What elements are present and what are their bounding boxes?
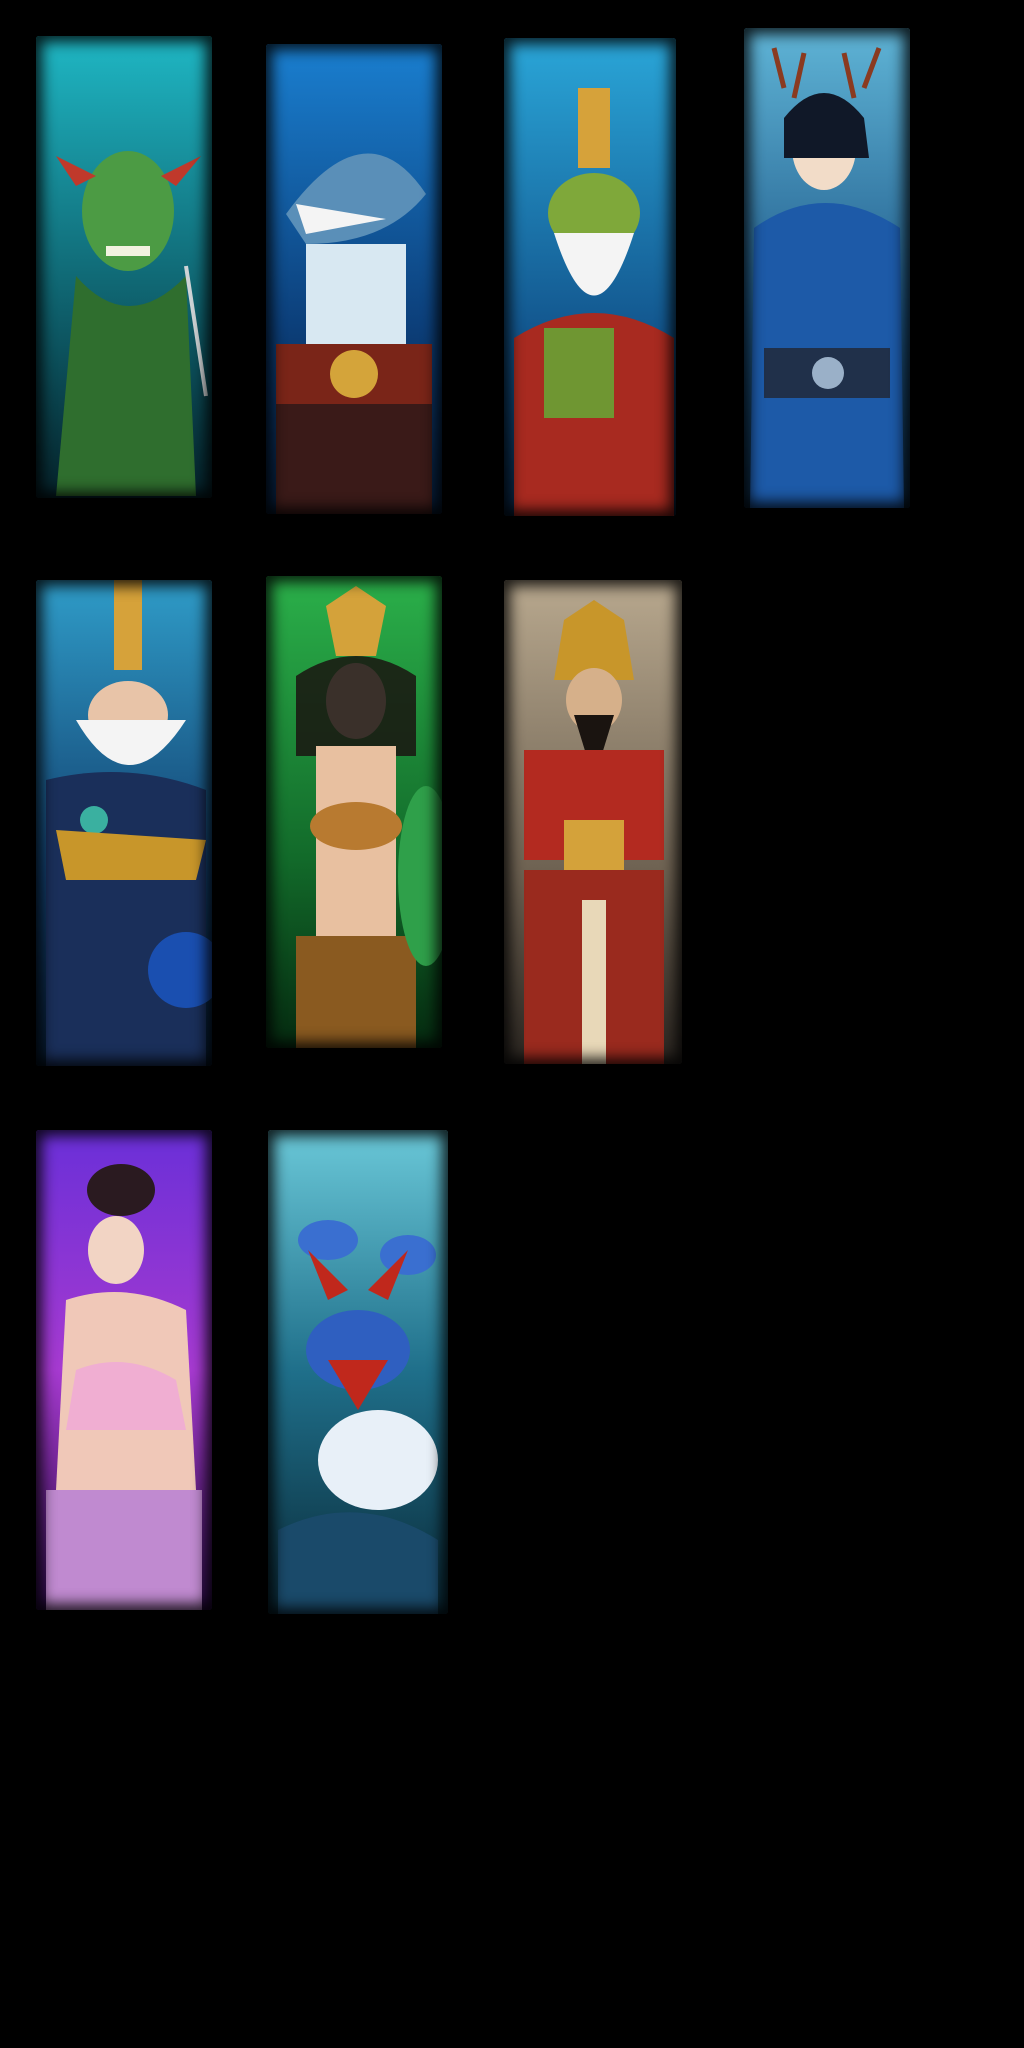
dragon-prince-portrait[interactable]	[744, 28, 910, 508]
shark-warrior-portrait[interactable]	[266, 44, 442, 514]
peacock-maiden-art	[266, 576, 442, 1048]
dragon-king-elder-art	[36, 580, 212, 1066]
armored-general-art	[504, 580, 682, 1064]
violet-fairy-portrait[interactable]	[36, 1130, 212, 1610]
dragon-king-elder-portrait[interactable]	[36, 580, 212, 1066]
shark-warrior-art	[266, 44, 442, 514]
frog-elder-art	[504, 38, 676, 516]
peacock-maiden-portrait[interactable]	[266, 576, 442, 1048]
hydra-beast-portrait[interactable]	[268, 1130, 448, 1614]
card-sheet	[0, 0, 1024, 2048]
violet-fairy-art	[36, 1130, 212, 1610]
green-goblin-warrior-art	[36, 36, 212, 498]
green-goblin-warrior-portrait[interactable]	[36, 36, 212, 498]
armored-general-portrait[interactable]	[504, 580, 682, 1064]
hydra-beast-art	[268, 1130, 448, 1614]
dragon-prince-art	[744, 28, 910, 508]
frog-elder-portrait[interactable]	[504, 38, 676, 516]
